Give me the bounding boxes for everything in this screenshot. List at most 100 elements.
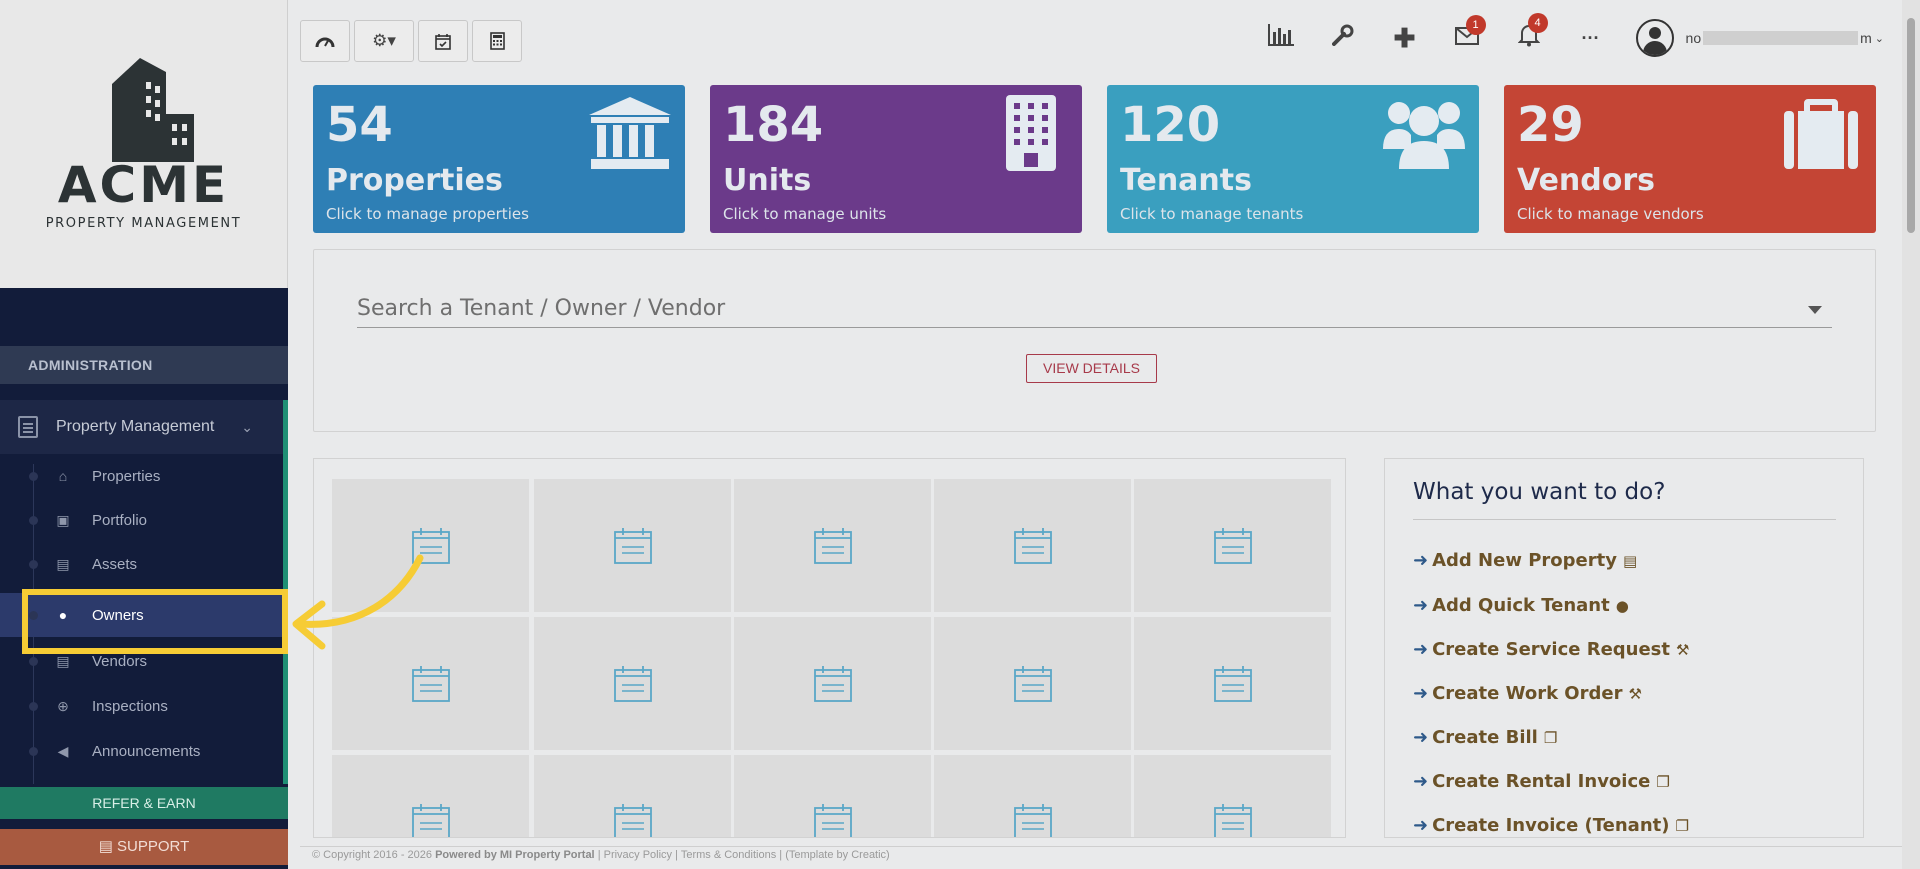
refer-earn-button[interactable]: REFER & EARN [0,787,288,819]
bullet-dot [29,701,38,711]
logo[interactable]: ACME PROPERTY MANAGEMENT [0,0,288,288]
reports-button[interactable] [1250,24,1312,52]
stat-count: 184 [723,97,824,153]
support-button[interactable]: ▤ SUPPORT [0,829,288,865]
bullhorn-icon: ◀ [57,742,69,759]
stat-card-vendors[interactable]: 29 Vendors Click to manage vendors [1504,85,1876,233]
grid-tile[interactable] [934,479,1131,612]
stat-title: Vendors [1517,163,1656,198]
settings-dropdown-button[interactable]: ⚙▾ [354,20,414,62]
stat-card-units[interactable]: 184 Units Click to manage units [710,85,1082,233]
building-icon: ▤ [1622,551,1638,570]
create-rental-invoice-link[interactable]: ➜ Create Rental Invoice ❐ [1413,771,1670,792]
add-button[interactable]: ✚ [1374,23,1436,54]
sidebar-item-label: Portfolio [92,511,148,529]
arrow-right-icon: ➜ [1413,639,1429,660]
sidebar-item-properties[interactable]: ⌂ Properties [0,454,283,498]
sidebar-item-portfolio[interactable]: ▣ Portfolio [0,498,283,542]
create-invoice-tenant-link[interactable]: ➜ Create Invoice (Tenant) ❐ [1413,815,1689,836]
grid-tile[interactable] [734,755,931,837]
buildings-logo-icon [111,58,194,162]
stat-subtitle: Click to manage units [723,205,887,223]
bullet-dot [29,559,38,569]
footer-links[interactable]: | Privacy Policy | Terms & Conditions | [598,849,782,861]
grid-tile[interactable] [934,617,1131,750]
grid-tile[interactable] [1134,755,1331,837]
add-quick-tenant-link[interactable]: ➜ Add Quick Tenant ● [1413,595,1629,616]
sidebar-item-label: Announcements [92,742,201,760]
copy-icon: ❐ [1675,816,1689,835]
mail-count-badge: 1 [1465,15,1486,35]
stat-card-tenants[interactable]: 120 Tenants Click to manage tenants [1107,85,1479,233]
grid-tile[interactable] [534,755,731,837]
sidebar-group-label: Property Management [56,418,215,435]
grid-tile[interactable] [934,755,1131,837]
calendar-icon [1213,527,1252,564]
calendar-icon [813,665,852,702]
calendar-button[interactable] [418,20,468,62]
grid-tile[interactable] [534,617,731,750]
caret-down-icon [1808,306,1822,314]
calendar-icon [813,527,852,564]
page-scrollbar[interactable] [1902,0,1920,869]
gear-dropdown-icon: ⚙▾ [372,31,396,50]
messages-button[interactable]: 1 [1436,15,1498,51]
quick-actions-panel: What you want to do? ➜ Add New Property … [1384,458,1864,838]
calendar-icon [1213,665,1252,702]
bank-icon [589,97,671,169]
dashboard-button[interactable] [300,20,350,62]
search-plus-icon: ⊕ [57,697,69,714]
sidebar-item-inspections[interactable]: ⊕ Inspections [0,684,283,728]
quick-toolbar: ⚙▾ [300,20,522,62]
grid-tile[interactable] [1134,479,1331,612]
powered-by-link[interactable]: Powered by MI Property Portal [435,849,595,861]
grid-tile[interactable] [1134,617,1331,750]
stat-subtitle: Click to manage tenants [1120,205,1304,223]
calculator-icon [489,32,505,50]
archive-icon: ▤ [56,652,70,669]
action-label: Create Invoice (Tenant) [1432,815,1670,836]
grid-tile[interactable] [734,479,931,612]
quick-actions-title: What you want to do? [1413,479,1666,505]
tools-button[interactable] [1312,24,1374,52]
create-work-order-link[interactable]: ➜ Create Work Order ⚒ [1413,683,1642,704]
create-service-request-link[interactable]: ➜ Create Service Request ⚒ [1413,639,1689,660]
action-label: Create Work Order [1432,683,1623,704]
bullet-dot [29,746,38,756]
calendar-icon [411,665,450,702]
view-details-button[interactable]: VIEW DETAILS [1026,354,1157,383]
copyright: © Copyright 2016 - 2026 [312,849,433,861]
search-placeholder: Search a Tenant / Owner / Vendor [357,296,726,321]
grid-tile[interactable] [332,755,529,837]
sidebar-item-assets[interactable]: ▤ Assets [0,542,283,586]
scrollbar-thumb[interactable] [1907,18,1915,233]
calendar-icon [613,665,652,702]
building-icon [1006,95,1056,171]
calendar-icon [1013,527,1052,564]
username-start: no [1685,30,1702,46]
search-select[interactable]: Search a Tenant / Owner / Vendor [357,292,1832,328]
plus-icon: ✚ [1393,22,1416,53]
avatar[interactable] [1635,19,1674,57]
building-icon [18,416,38,438]
logo-tagline: PROPERTY MANAGEMENT [45,216,242,231]
copy-icon: ❐ [1543,728,1558,747]
stat-subtitle: Click to manage vendors [1517,205,1704,223]
arrow-right-icon: ➜ [1413,550,1429,571]
user-menu[interactable]: no m ⌄ [1686,30,1884,46]
more-button[interactable]: ··· [1560,28,1622,49]
add-new-property-link[interactable]: ➜ Add New Property ▤ [1413,550,1637,571]
grid-tile[interactable] [734,617,931,750]
footer: © Copyright 2016 - 2026 Powered by MI Pr… [300,846,1910,864]
create-bill-link[interactable]: ➜ Create Bill ❐ [1413,727,1557,748]
stat-card-properties[interactable]: 54 Properties Click to manage properties [313,85,685,233]
grid-tile[interactable] [534,479,731,612]
action-label: Add Quick Tenant [1432,595,1610,616]
sidebar-item-announcements[interactable]: ◀ Announcements [0,729,283,773]
archive-icon: ▤ [56,555,70,572]
notifications-button[interactable]: 4 [1498,13,1560,53]
sidebar-group-property-management[interactable]: Property Management ⌄ [0,400,288,454]
wrench-icon: ⚒ [1628,684,1642,703]
calculator-button[interactable] [472,20,522,62]
chevron-down-icon: ⌄ [241,418,253,435]
